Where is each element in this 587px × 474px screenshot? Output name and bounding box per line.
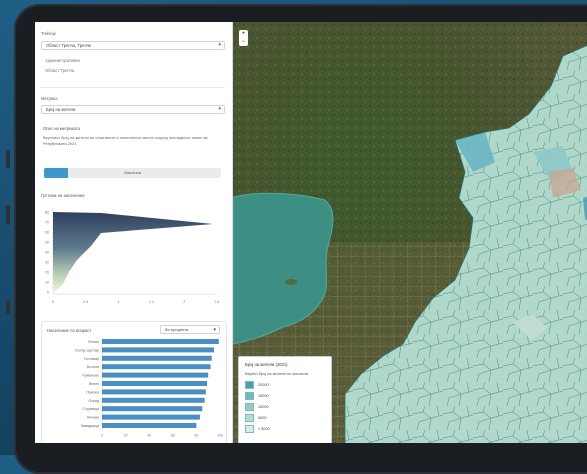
pyramid-x-tick: 1.4: [149, 300, 154, 304]
volume-up-button: [6, 150, 10, 168]
legend-label: 15000: [258, 394, 269, 398]
legend-item: 20000: [245, 381, 269, 389]
legend-swatch: [245, 381, 254, 389]
pyramid-x-tick: 1: [118, 300, 120, 304]
description-title: Опис на метриката: [43, 126, 80, 131]
bar-chart-card: Население по возраст Во проценти ▾ Тетов…: [41, 321, 227, 443]
bar[interactable]: [102, 389, 206, 395]
bar[interactable]: [102, 414, 200, 420]
bar[interactable]: [102, 397, 205, 403]
side-button: [6, 300, 10, 314]
bar[interactable]: [102, 364, 211, 370]
bar-x-tick: 60: [171, 433, 175, 437]
region-label: Trebinje: [41, 31, 56, 36]
pyramid-x-tick: 2: [183, 300, 185, 304]
zoom-in-button[interactable]: +: [239, 30, 248, 38]
bar-x-tick: 80: [195, 433, 199, 437]
bar[interactable]: [102, 347, 215, 353]
bar-metric-select[interactable]: Во проценти ▾: [160, 325, 220, 334]
legend-subtitle: Вкупен број на жители по општина: [245, 371, 308, 376]
map-legend: Број на жители (2021) Вкупен број на жит…: [238, 356, 332, 443]
metric-select-value: Броj на жители: [46, 107, 76, 112]
region-select[interactable]: Област Трепча, Трепче ▾: [41, 41, 225, 50]
pyramid-x-tick: 0: [52, 300, 54, 304]
bar[interactable]: [102, 406, 203, 412]
zoom-control: + −: [239, 30, 248, 46]
bar-category-label: Велес: [89, 382, 99, 386]
sidebar: Trebinje Област Трепча, Трепче ▾ Админис…: [35, 22, 233, 443]
legend-item: 5000: [245, 414, 266, 422]
island: [285, 279, 297, 285]
divider: [41, 87, 225, 88]
chevron-down-icon: ▾: [218, 42, 221, 48]
pyramid-x-tick: 2.4: [215, 300, 220, 304]
bar-category-label: Тетово: [88, 340, 99, 344]
toggle-label: Општини: [124, 170, 141, 175]
legend-swatch: [245, 414, 254, 422]
pyramid-y-tick: 0: [47, 290, 49, 294]
bar-category-label: Скопје Центар: [75, 348, 99, 352]
legend-swatch: [245, 425, 254, 433]
pyramid-y-tick: 60: [45, 230, 49, 234]
chevron-down-icon: ▾: [218, 106, 221, 112]
legend-label: 5000: [258, 416, 267, 420]
sub-value: Област Трепча: [45, 68, 75, 73]
bar[interactable]: [102, 355, 212, 361]
legend-label: < 5000: [258, 427, 270, 431]
pyramid-y-tick: 70: [45, 220, 49, 224]
volume-down-button: [6, 205, 10, 225]
zoom-out-button[interactable]: −: [239, 38, 248, 46]
sub-label: Административни: [45, 58, 80, 63]
legend-item: 15000: [245, 392, 269, 400]
legend-label: 10000: [258, 405, 269, 409]
pyramid-y-tick: 10: [45, 280, 49, 284]
pyramid-y-tick: 40: [45, 250, 49, 254]
pyramid-y-tick: 80: [45, 210, 49, 214]
bar-category-label: Охрид: [88, 399, 100, 403]
bar[interactable]: [102, 372, 209, 378]
bar-x-tick: 40: [147, 433, 151, 437]
map-view[interactable]: + − Број на жители (2021) Вкупен број на…: [233, 22, 587, 443]
region-select-value: Област Трепча, Трепче: [46, 43, 92, 48]
bar-category-label: Кичево: [87, 416, 99, 420]
pyramid-y-tick: 30: [45, 260, 49, 264]
app-screen: Trebinje Област Трепча, Трепче ▾ Админис…: [35, 22, 587, 443]
bar[interactable]: [102, 339, 219, 344]
bar-chart: Тетово Скопје Центар Гостивар Битола Kумaнoв…: [75, 338, 223, 437]
bar-category-label: Kумaнoвo: [82, 374, 99, 378]
pyramid-x-axis: 0 0.4 1 1.4 2 2.4: [52, 293, 220, 304]
legend-swatch: [245, 403, 254, 411]
bar-metric-select-value: Во проценти: [165, 327, 189, 332]
bar[interactable]: [102, 381, 208, 386]
bar-x-tick: 0: [101, 433, 103, 437]
legend-item: < 5000: [245, 425, 270, 433]
bar[interactable]: [102, 423, 197, 428]
level-toggle[interactable]: Општини: [44, 168, 221, 178]
pyramid-y-tick: 50: [45, 240, 49, 244]
bar-x-tick: 20: [124, 433, 128, 437]
legend-title: Број на жители (2021): [245, 362, 288, 367]
bar-category-label: Гостивар: [84, 357, 99, 361]
pyramid-chart: 80 70 60 50 40 30 20 10 0 0 0.4 1 1.4 2 2.4: [45, 208, 220, 304]
bar-section-title: Население по возраст: [47, 328, 92, 333]
chart-title: Густина на население: [41, 193, 85, 198]
pyramid-y-axis: 80 70 60 50 40 30 20 10 0: [45, 208, 54, 294]
chevron-down-icon: ▾: [213, 327, 216, 333]
legend-item: 10000: [245, 403, 269, 411]
bar-x-tick: 100: [217, 433, 223, 437]
metric-label: Метрика: [41, 96, 58, 101]
pyramid-y-tick: 20: [45, 270, 49, 274]
legend-swatch: [245, 392, 254, 400]
metric-select[interactable]: Броj на жители ▾: [41, 105, 225, 114]
bar-category-label: Битола: [87, 365, 99, 369]
bar-category-label: Струмица: [83, 407, 100, 411]
pyramid-shape: [53, 212, 213, 292]
description-text: Вкупниот број на жители во општините и н…: [43, 135, 208, 146]
pyramid-x-tick: 0.4: [83, 300, 88, 304]
legend-label: 20000: [258, 383, 269, 387]
bar-category-label: Кавадарци: [81, 424, 99, 428]
bar-category-label: Прилеп: [86, 390, 99, 394]
